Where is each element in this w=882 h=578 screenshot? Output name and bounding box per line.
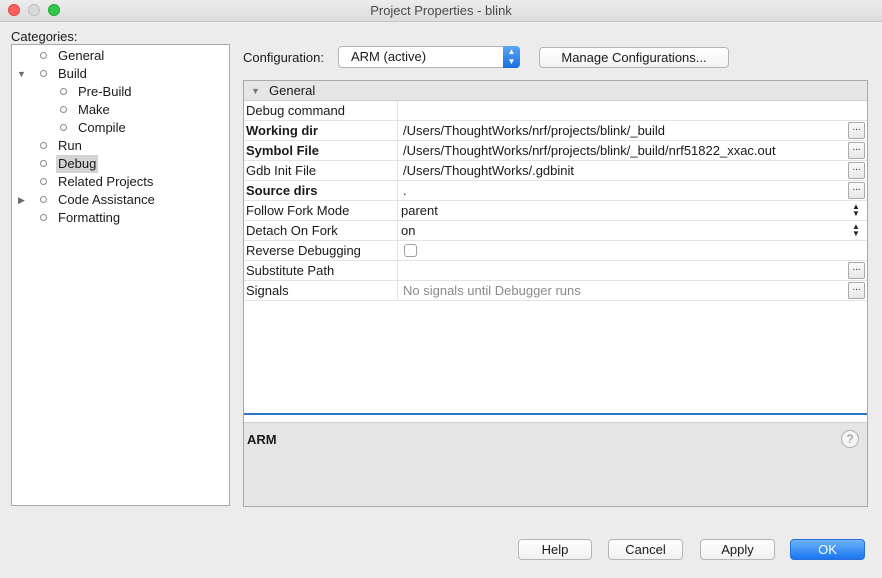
property-name: Follow Fork Mode xyxy=(244,201,398,220)
property-value[interactable]: /Users/ThoughtWorks/.gdbinit xyxy=(401,161,847,180)
project-properties-window: Project Properties - blink Categories: G… xyxy=(0,0,882,578)
group-header-general[interactable]: ▼ General xyxy=(244,81,867,101)
property-name: Detach On Fork xyxy=(244,221,398,240)
tree-item-label: Pre-Build xyxy=(78,84,132,99)
node-bullet-icon xyxy=(40,178,47,185)
browse-button[interactable]: ... xyxy=(848,262,865,279)
tree-item-label: Formatting xyxy=(58,210,121,225)
apply-button[interactable]: Apply xyxy=(700,539,775,560)
node-bullet-icon xyxy=(40,70,47,77)
tree-item-build[interactable]: ▼ Build xyxy=(12,65,229,83)
property-value[interactable]: parent xyxy=(401,201,847,220)
configuration-select[interactable]: ARM (active) ▲ ▼ xyxy=(338,46,520,68)
tree-item-label: Compile xyxy=(78,120,126,135)
node-bullet-icon xyxy=(60,106,67,113)
dropdown-arrows-icon[interactable]: ▲ ▼ xyxy=(851,203,861,218)
property-row-detach-on-fork[interactable]: Detach On Fork on ▲ ▼ xyxy=(244,221,867,241)
property-value[interactable]: on xyxy=(401,221,847,240)
property-row-substitute-path[interactable]: Substitute Path ... xyxy=(244,261,867,281)
property-row-reverse-debugging[interactable]: Reverse Debugging xyxy=(244,241,867,261)
browse-button[interactable]: ... xyxy=(848,282,865,299)
tree-item-label: Build xyxy=(58,66,87,81)
node-bullet-icon xyxy=(40,214,47,221)
property-row-gdb-init-file[interactable]: Gdb Init File /Users/ThoughtWorks/.gdbin… xyxy=(244,161,867,181)
node-bullet-icon xyxy=(40,196,47,203)
node-bullet-icon xyxy=(40,142,47,149)
property-name: Symbol File xyxy=(244,141,398,160)
select-arrows-icon[interactable]: ▲ ▼ xyxy=(503,46,520,68)
property-name: Reverse Debugging xyxy=(244,241,398,260)
property-name: Debug command xyxy=(244,101,398,120)
property-row-debug-command[interactable]: Debug command xyxy=(244,101,867,121)
tree-item-formatting[interactable]: Formatting xyxy=(12,209,229,227)
configuration-label: Configuration: xyxy=(243,50,324,65)
property-sheet: ▼ General Debug command Working dir /Use… xyxy=(243,80,868,507)
property-value[interactable]: . xyxy=(401,181,847,200)
ok-button[interactable]: OK xyxy=(790,539,865,560)
tree-item-code-assistance[interactable]: ▶ Code Assistance xyxy=(12,191,229,209)
manage-configurations-button[interactable]: Manage Configurations... xyxy=(539,47,729,68)
node-bullet-icon xyxy=(40,160,47,167)
property-name: Substitute Path xyxy=(244,261,398,280)
property-value[interactable] xyxy=(401,101,847,120)
window-title: Project Properties - blink xyxy=(370,3,512,18)
node-bullet-icon xyxy=(40,52,47,59)
property-row-signals[interactable]: Signals No signals until Debugger runs .… xyxy=(244,281,867,301)
browse-button[interactable]: ... xyxy=(848,142,865,159)
tree-item-label: Debug xyxy=(56,155,99,173)
tree-item-label: General xyxy=(58,48,105,63)
disclosure-expanded-icon[interactable]: ▼ xyxy=(251,81,260,101)
tree-item-debug[interactable]: Debug xyxy=(12,155,229,173)
categories-tree[interactable]: General ▼ Build Pre-Build Make Compile R… xyxy=(11,44,230,506)
tree-item-compile[interactable]: Compile xyxy=(12,119,229,137)
title-bar[interactable]: Project Properties - blink xyxy=(0,0,882,22)
property-row-source-dirs[interactable]: Source dirs . ... xyxy=(244,181,867,201)
property-value[interactable] xyxy=(401,261,847,280)
disclosure-collapsed-icon[interactable]: ▶ xyxy=(18,191,25,209)
node-bullet-icon xyxy=(60,88,67,95)
property-name: Working dir xyxy=(244,121,398,140)
tree-item-label: Run xyxy=(58,138,82,153)
reverse-debugging-checkbox[interactable] xyxy=(404,244,417,257)
dropdown-arrows-icon[interactable]: ▲ ▼ xyxy=(851,223,861,238)
disclosure-expanded-icon[interactable]: ▼ xyxy=(17,65,26,83)
browse-button[interactable]: ... xyxy=(848,182,865,199)
tree-item-label: Code Assistance xyxy=(58,192,155,207)
property-name: Gdb Init File xyxy=(244,161,398,180)
property-name: Signals xyxy=(244,281,398,300)
split-divider[interactable] xyxy=(244,413,867,415)
description-panel: ARM ? xyxy=(244,422,867,506)
property-row-symbol-file[interactable]: Symbol File /Users/ThoughtWorks/nrf/proj… xyxy=(244,141,867,161)
description-title: ARM xyxy=(247,432,277,447)
categories-label: Categories: xyxy=(11,29,78,44)
tree-item-label: Make xyxy=(78,102,110,117)
property-name: Source dirs xyxy=(244,181,398,200)
property-value[interactable]: No signals until Debugger runs xyxy=(401,281,847,300)
cancel-button[interactable]: Cancel xyxy=(608,539,683,560)
tree-item-run[interactable]: Run xyxy=(12,137,229,155)
group-title: General xyxy=(269,83,316,98)
node-bullet-icon xyxy=(60,124,67,131)
help-button[interactable]: Help xyxy=(518,539,592,560)
property-row-follow-fork-mode[interactable]: Follow Fork Mode parent ▲ ▼ xyxy=(244,201,867,221)
tree-item-make[interactable]: Make xyxy=(12,101,229,119)
configuration-selected-value: ARM (active) xyxy=(351,49,427,64)
tree-item-pre-build[interactable]: Pre-Build xyxy=(12,83,229,101)
property-value[interactable]: /Users/ThoughtWorks/nrf/projects/blink/_… xyxy=(401,141,847,160)
tree-item-related-projects[interactable]: Related Projects xyxy=(12,173,229,191)
help-icon[interactable]: ? xyxy=(841,430,859,448)
property-row-working-dir[interactable]: Working dir /Users/ThoughtWorks/nrf/proj… xyxy=(244,121,867,141)
browse-button[interactable]: ... xyxy=(848,122,865,139)
tree-item-label: Related Projects xyxy=(58,174,154,189)
tree-item-general[interactable]: General xyxy=(12,47,229,65)
property-value[interactable]: /Users/ThoughtWorks/nrf/projects/blink/_… xyxy=(401,121,847,140)
browse-button[interactable]: ... xyxy=(848,162,865,179)
